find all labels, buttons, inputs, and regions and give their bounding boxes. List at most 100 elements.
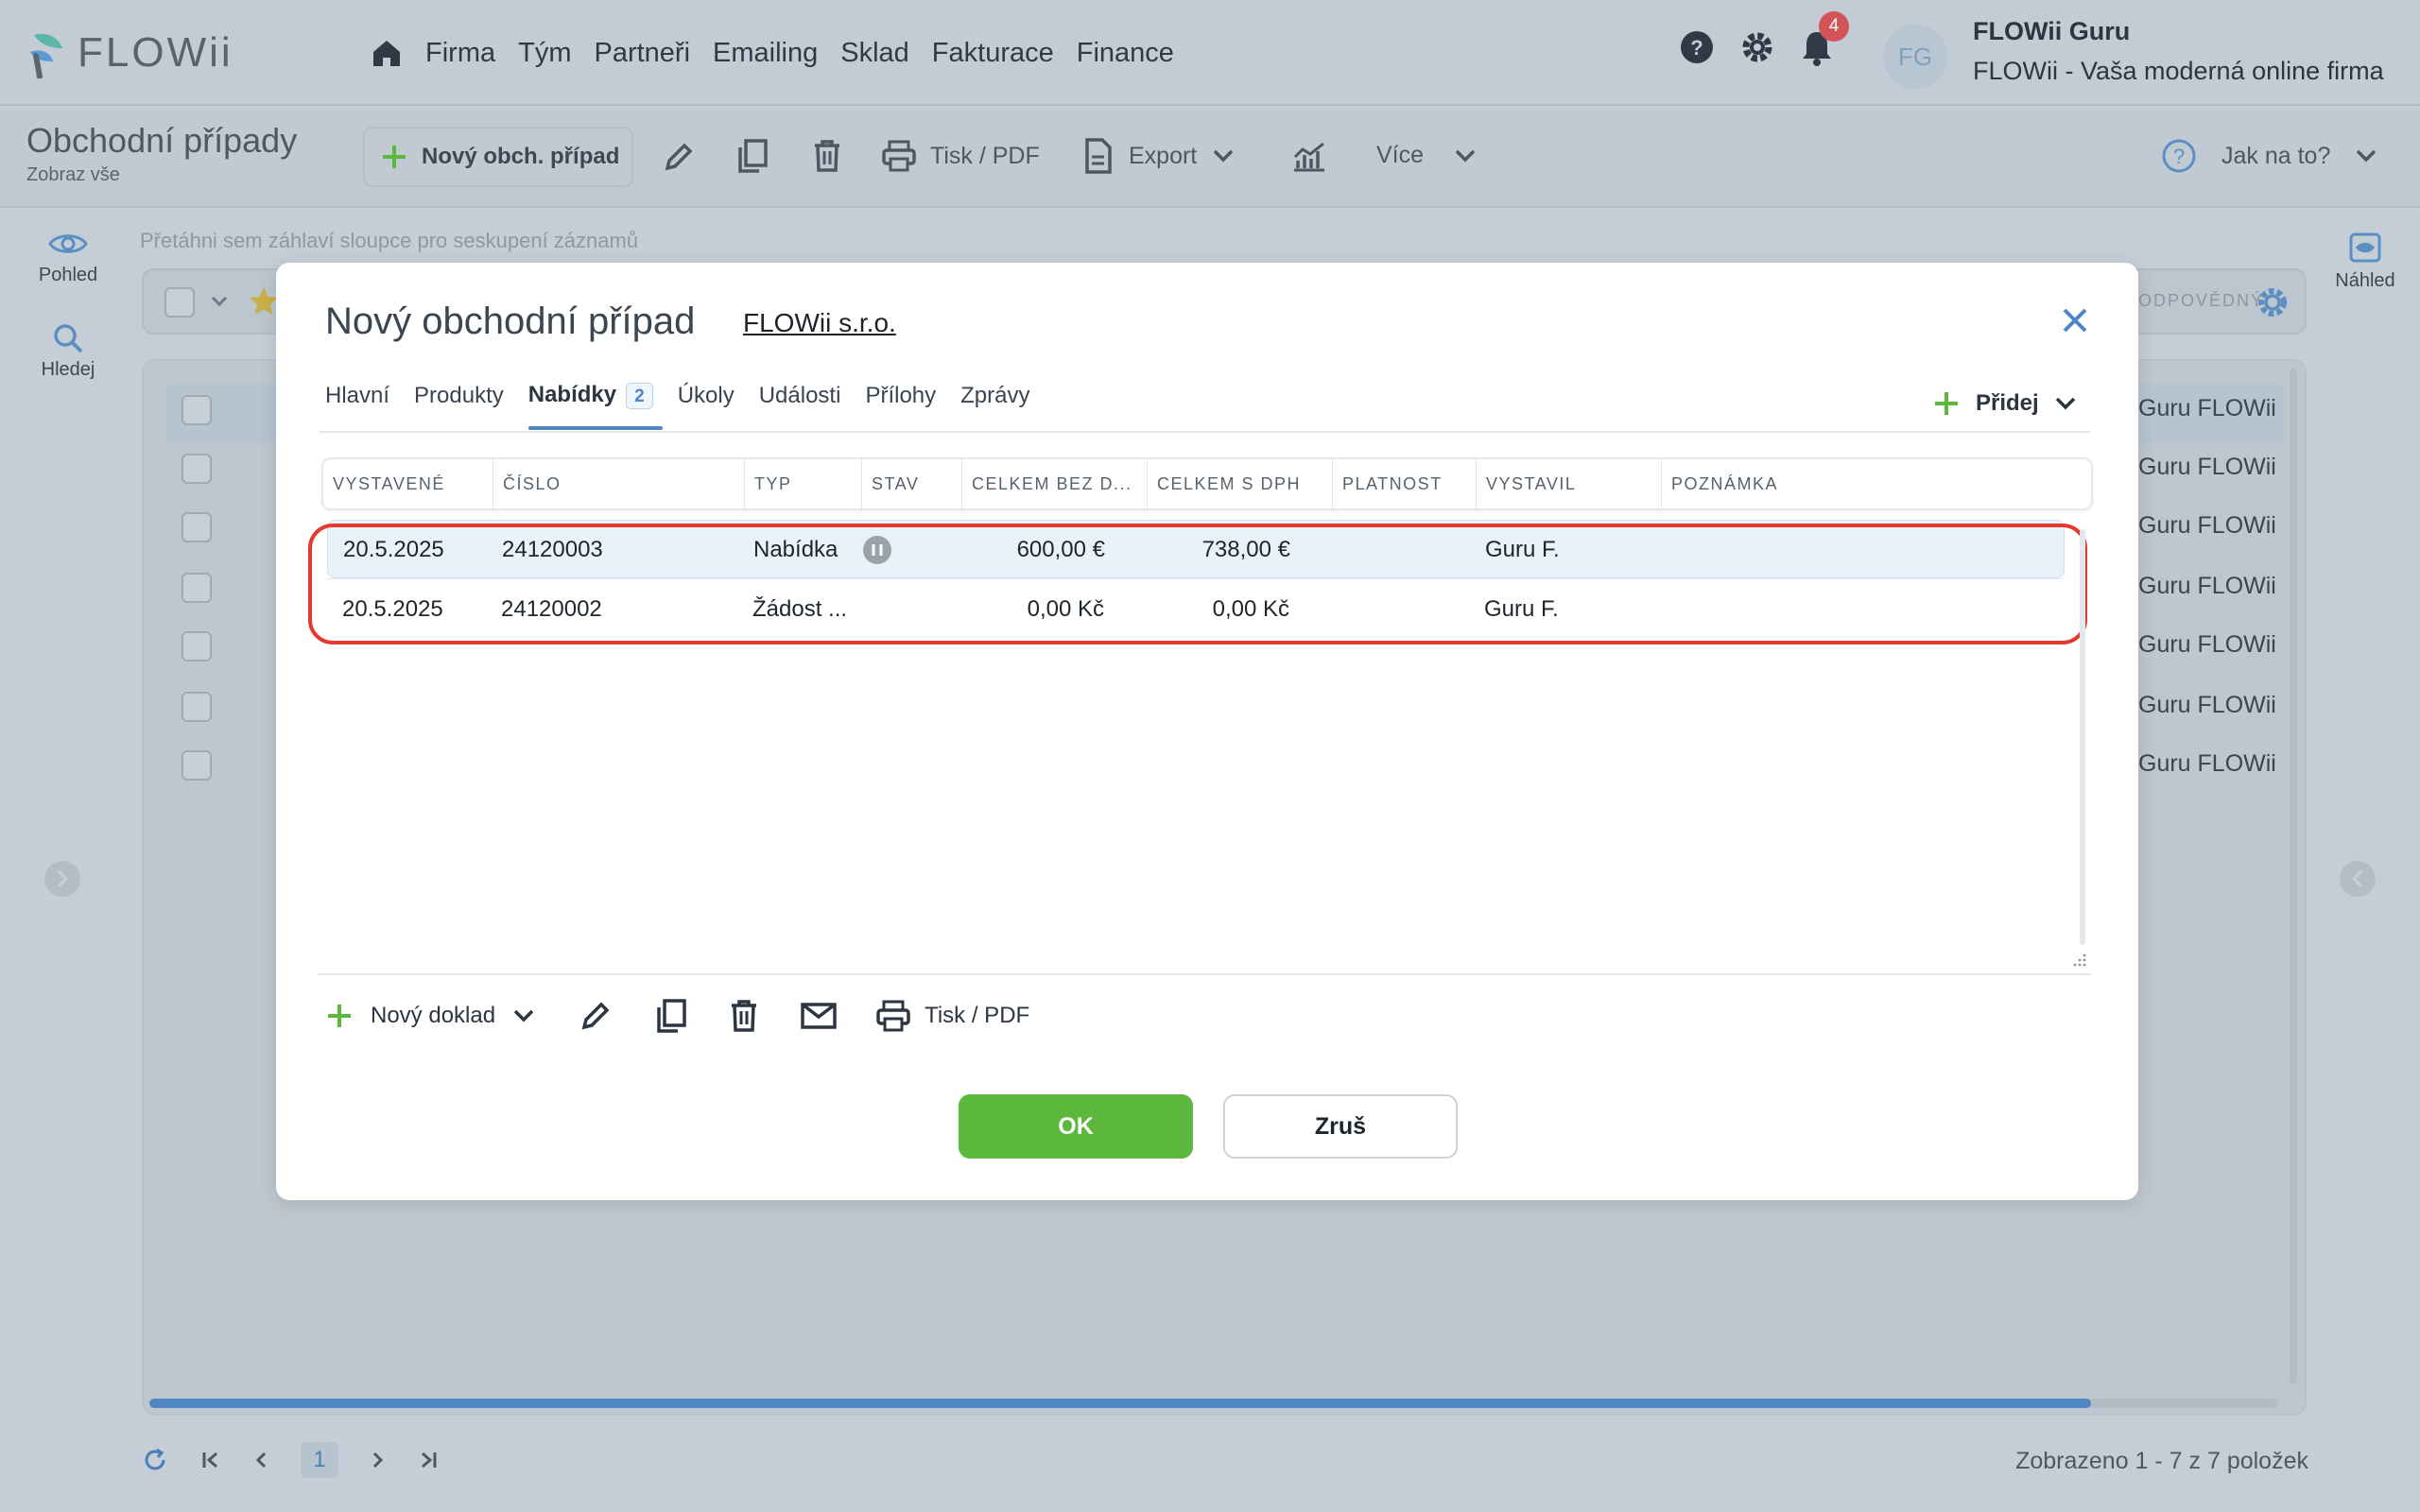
- nav-fakturace[interactable]: Fakturace: [932, 38, 1054, 69]
- next-page-icon[interactable]: [371, 1450, 386, 1470]
- row-responsible: Guru FLOWii: [2138, 573, 2276, 599]
- how-to-dropdown[interactable]: ? Jak na to?: [2161, 138, 2377, 174]
- chart-icon[interactable]: [1291, 140, 1327, 174]
- more-label: Více: [1376, 142, 1425, 168]
- bell-icon[interactable]: 4: [1800, 11, 1849, 66]
- column-header[interactable]: CELKEM S DPH: [1148, 459, 1333, 508]
- tab-ukoly[interactable]: Úkoly: [678, 383, 735, 430]
- avatar[interactable]: FG: [1883, 25, 1947, 89]
- star-icon[interactable]: [248, 285, 280, 318]
- nav-firma[interactable]: Firma: [425, 38, 495, 69]
- row-responsible: Guru FLOWii: [2138, 395, 2276, 421]
- row-checkbox[interactable]: [182, 573, 212, 603]
- grid-scrollbar[interactable]: [2080, 529, 2085, 945]
- nav-sklad[interactable]: Sklad: [840, 38, 909, 69]
- refresh-icon[interactable]: [142, 1447, 168, 1473]
- trash-icon[interactable]: [728, 998, 760, 1034]
- column-header[interactable]: ČÍSLO: [493, 459, 745, 508]
- document-print-button[interactable]: Tisk / PDF: [875, 1000, 1029, 1032]
- export-label: Export: [1129, 142, 1198, 169]
- view-button[interactable]: Pohled: [32, 231, 104, 286]
- more-dropdown[interactable]: Více: [1376, 142, 1477, 169]
- expand-right-icon[interactable]: [2339, 860, 2377, 898]
- new-case-button[interactable]: Nový obch. případ: [363, 127, 633, 187]
- column-header[interactable]: STAV: [862, 459, 962, 508]
- view-label: Pohled: [38, 265, 98, 285]
- chevron-down-icon: [2357, 149, 2377, 163]
- column-header[interactable]: VYSTAVENÉ: [323, 459, 493, 508]
- gear-icon[interactable]: [2256, 285, 2290, 319]
- mail-icon[interactable]: [800, 1002, 838, 1030]
- expand-left-icon[interactable]: [43, 860, 81, 898]
- select-all-checkbox[interactable]: [164, 287, 195, 318]
- copy-icon[interactable]: [654, 998, 688, 1034]
- export-dropdown[interactable]: Export: [1083, 138, 1235, 174]
- print-pdf-button[interactable]: Tisk / PDF: [881, 140, 1040, 172]
- plus-icon: [383, 146, 406, 168]
- add-dropdown[interactable]: Přidej: [1932, 389, 2077, 418]
- pager: 1: [142, 1442, 439, 1478]
- nav-emailing[interactable]: Emailing: [713, 38, 818, 69]
- nav-partneri[interactable]: Partneři: [594, 38, 690, 69]
- page-filter[interactable]: Zobraz vše: [26, 164, 120, 186]
- row-responsible: Guru FLOWii: [2138, 631, 2276, 658]
- column-header-responsible: ODPOVĚDNÝ: [2138, 291, 2265, 310]
- row-responsible: Guru FLOWii: [2138, 750, 2276, 777]
- tab-nabidky[interactable]: Nabídky 2: [527, 382, 663, 430]
- cancel-button[interactable]: Zruš: [1223, 1094, 1458, 1159]
- row-checkbox[interactable]: [182, 395, 212, 425]
- home-icon[interactable]: [371, 38, 403, 68]
- column-header[interactable]: PLATNOST: [1333, 459, 1477, 508]
- column-header[interactable]: CELKEM BEZ D...: [962, 459, 1148, 508]
- question-circle-icon: ?: [2162, 139, 2196, 173]
- ok-button[interactable]: OK: [959, 1094, 1193, 1159]
- horizontal-scrollbar[interactable]: [149, 1399, 2091, 1408]
- tab-produkty[interactable]: Produkty: [414, 383, 504, 430]
- row-responsible: Guru FLOWii: [2138, 692, 2276, 718]
- offers-table-header: VYSTAVENÉ ČÍSLO TYP STAV CELKEM BEZ D...…: [321, 457, 2093, 510]
- tab-prilohy[interactable]: Přílohy: [865, 383, 936, 430]
- modal-title: Nový obchodní případ: [325, 301, 696, 342]
- tab-udalosti[interactable]: Události: [759, 383, 841, 430]
- prev-page-icon[interactable]: [253, 1450, 268, 1470]
- printer-icon: [882, 140, 916, 172]
- column-header[interactable]: TYP: [745, 459, 862, 508]
- row-checkbox[interactable]: [182, 454, 212, 484]
- nav-finance[interactable]: Finance: [1077, 38, 1174, 69]
- row-checkbox[interactable]: [182, 750, 212, 781]
- gear-icon[interactable]: [1739, 29, 1775, 65]
- top-navigation-bar: [0, 0, 2420, 106]
- new-document-label: Nový doklad: [371, 1003, 496, 1028]
- edit-icon[interactable]: [579, 999, 613, 1033]
- first-page-icon[interactable]: [200, 1450, 221, 1470]
- copy-icon[interactable]: [735, 138, 769, 174]
- column-header[interactable]: VYSTAVIL: [1477, 459, 1662, 508]
- user-name: FLOWii Guru: [1973, 17, 2131, 45]
- vertical-scrollbar[interactable]: [2290, 369, 2297, 1383]
- row-checkbox[interactable]: [182, 692, 212, 722]
- row-checkbox[interactable]: [182, 631, 212, 662]
- grid-bottom-divider: [318, 973, 2091, 975]
- row-checkbox[interactable]: [182, 512, 212, 542]
- chevron-down-icon: [1214, 149, 1234, 163]
- edit-icon[interactable]: [662, 140, 696, 174]
- flowii-logo[interactable]: FLOWii: [26, 26, 233, 79]
- current-page[interactable]: 1: [301, 1442, 338, 1478]
- help-icon[interactable]: ?: [1679, 29, 1715, 65]
- chevron-down-icon[interactable]: [210, 295, 229, 308]
- new-case-label: Nový obch. případ: [422, 144, 620, 169]
- search-button[interactable]: Hledej: [32, 321, 104, 381]
- close-icon[interactable]: [2061, 306, 2089, 335]
- trash-icon[interactable]: [811, 138, 843, 174]
- resize-handle-icon[interactable]: [2072, 953, 2087, 968]
- print-pdf-label: Tisk / PDF: [930, 142, 1040, 169]
- new-document-dropdown[interactable]: Nový doklad: [325, 1002, 535, 1030]
- preview-button[interactable]: Náhled: [2325, 232, 2405, 292]
- logo-mark-icon: [30, 33, 62, 78]
- tab-hlavni[interactable]: Hlavní: [325, 383, 389, 430]
- last-page-icon[interactable]: [418, 1450, 439, 1470]
- nav-tym[interactable]: Tým: [518, 38, 571, 69]
- modal-company-link[interactable]: FLOWii s.r.o.: [743, 308, 896, 338]
- tab-zpravy[interactable]: Zprávy: [960, 383, 1029, 430]
- column-header[interactable]: POZNÁMKA: [1662, 459, 2093, 508]
